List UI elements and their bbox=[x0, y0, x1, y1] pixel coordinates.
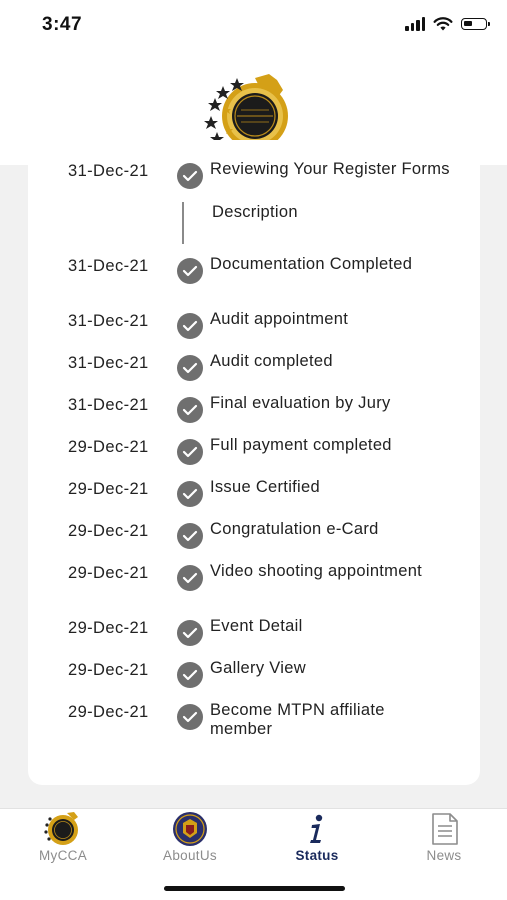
timeline-label: Gallery View bbox=[210, 659, 306, 677]
timeline-date: 31-Dec-21 bbox=[68, 312, 149, 330]
timeline-label: Become MTPN affiliate member bbox=[210, 701, 385, 738]
status-bar: 3:47 bbox=[0, 0, 507, 50]
timeline-label: Full payment completed bbox=[210, 436, 392, 454]
timeline-description: Description bbox=[212, 203, 298, 221]
status-card bbox=[28, 140, 480, 785]
timeline-date: 29-Dec-21 bbox=[68, 661, 149, 679]
clock: 3:47 bbox=[42, 14, 83, 35]
timeline-label: Final evaluation by Jury bbox=[210, 394, 391, 412]
timeline-label: Event Detail bbox=[210, 617, 303, 635]
battery-icon bbox=[461, 18, 490, 30]
tab-label: AboutUs bbox=[163, 848, 217, 863]
aboutus-emblem-icon bbox=[173, 812, 207, 846]
screen: 3:47 31-Dec-21 Reviewing Your Register F… bbox=[0, 0, 507, 900]
tab-aboutus[interactable]: AboutUs bbox=[135, 809, 245, 879]
check-circle-icon bbox=[177, 565, 203, 591]
home-indicator[interactable] bbox=[164, 886, 345, 891]
mycca-logo-icon bbox=[44, 812, 78, 845]
timeline-label: Congratulation e-Card bbox=[210, 520, 379, 538]
check-circle-icon bbox=[177, 258, 203, 284]
cellular-signal-icon bbox=[405, 17, 425, 31]
timeline-date: 29-Dec-21 bbox=[68, 564, 149, 582]
tab-label: MyCCA bbox=[39, 848, 87, 863]
timeline-date: 31-Dec-21 bbox=[68, 354, 149, 372]
check-circle-icon bbox=[177, 163, 203, 189]
timeline-label: Documentation Completed bbox=[210, 255, 413, 273]
timeline-label: Issue Certified bbox=[210, 478, 320, 496]
system-icons bbox=[405, 17, 490, 31]
check-circle-icon bbox=[177, 523, 203, 549]
check-circle-icon bbox=[177, 313, 203, 339]
check-circle-icon bbox=[177, 439, 203, 465]
check-circle-icon bbox=[177, 397, 203, 423]
timeline-description-line bbox=[182, 202, 184, 244]
tab-label: News bbox=[426, 848, 462, 863]
tab-news[interactable]: News bbox=[389, 809, 499, 879]
timeline-date: 31-Dec-21 bbox=[68, 162, 149, 180]
timeline-date: 29-Dec-21 bbox=[68, 522, 149, 540]
timeline-date: 29-Dec-21 bbox=[68, 438, 149, 456]
check-circle-icon bbox=[177, 704, 203, 730]
wifi-icon bbox=[433, 17, 453, 31]
timeline-date: 29-Dec-21 bbox=[68, 480, 149, 498]
info-icon bbox=[310, 814, 323, 843]
timeline-date: 31-Dec-21 bbox=[68, 257, 149, 275]
tab-label: Status bbox=[295, 848, 339, 863]
timeline-date: 29-Dec-21 bbox=[68, 619, 149, 637]
timeline-label: Video shooting appointment bbox=[210, 562, 423, 580]
check-circle-icon bbox=[177, 662, 203, 688]
timeline-label: Reviewing Your Register Forms bbox=[210, 160, 450, 178]
news-document-icon bbox=[432, 813, 458, 845]
tab-mycca[interactable]: MyCCA bbox=[8, 809, 118, 879]
timeline-label: Audit appointment bbox=[210, 310, 349, 328]
timeline-date: 29-Dec-21 bbox=[68, 703, 149, 721]
tab-status[interactable]: Status bbox=[262, 809, 372, 879]
check-circle-icon bbox=[177, 481, 203, 507]
timeline-date: 31-Dec-21 bbox=[68, 396, 149, 414]
timeline-label: Audit completed bbox=[210, 352, 333, 370]
check-circle-icon bbox=[177, 355, 203, 381]
check-circle-icon bbox=[177, 620, 203, 646]
